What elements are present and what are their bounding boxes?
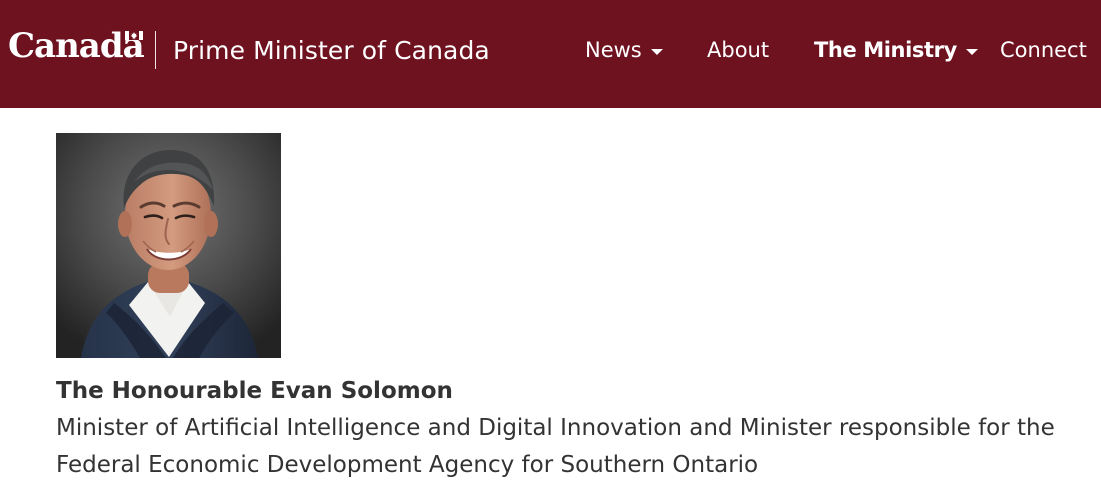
minister-name: The Honourable Evan Solomon xyxy=(56,378,453,404)
minister-portrait-image xyxy=(56,133,281,358)
chevron-down-icon xyxy=(650,48,663,55)
nav-item-news[interactable]: News xyxy=(585,33,663,67)
nav-item-the-ministry-label: The Ministry xyxy=(814,38,957,62)
nav-item-about[interactable]: About xyxy=(707,33,769,67)
nav-item-news-label: News xyxy=(585,38,642,62)
minister-title: Minister of Artificial Intelligence and … xyxy=(56,415,1055,478)
site-header: Canada Prime Minister of Canada News Abo… xyxy=(0,0,1101,108)
nav-item-connect-label: Connect xyxy=(1000,38,1087,62)
nav-item-connect[interactable]: Connect xyxy=(1000,33,1087,67)
nav-item-the-ministry[interactable]: The Ministry xyxy=(814,33,978,67)
chevron-down-icon xyxy=(965,48,978,55)
main-navigation: News About The Ministry Connect xyxy=(0,33,1101,67)
minister-photo xyxy=(56,133,281,358)
nav-item-about-label: About xyxy=(707,38,770,62)
